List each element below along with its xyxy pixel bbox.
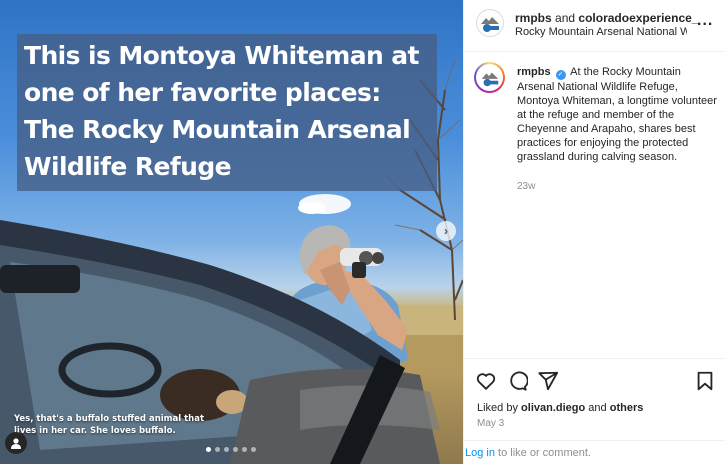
- comment-timestamp[interactable]: 23w: [517, 181, 535, 192]
- post-date[interactable]: May 3: [477, 418, 504, 429]
- instagram-post: This is Montoya Whiteman at one of her f…: [0, 0, 725, 464]
- post-header: rmpbs and coloradoexperience_ Rocky Moun…: [464, 0, 725, 52]
- comment-text: At the Rocky Mountain Arsenal National W…: [517, 66, 717, 163]
- post-caption-comment: rmpbs ✓ At the Rocky Mountain Arsenal Na…: [517, 65, 717, 164]
- post-media[interactable]: This is Montoya Whiteman at one of her f…: [0, 0, 463, 464]
- login-prompt-text: to like or comment.: [498, 447, 591, 459]
- liked-by-and: and: [588, 402, 607, 414]
- carousel-dot: [251, 447, 256, 452]
- tagged-users-button[interactable]: [5, 432, 27, 454]
- liked-by-others[interactable]: others: [610, 402, 644, 414]
- carousel-dot: [215, 447, 220, 452]
- photo-caption: Yes, that's a buffalo stuffed animal tha…: [14, 414, 205, 436]
- carousel-dot: [242, 447, 247, 452]
- carousel-indicator: [206, 447, 256, 452]
- comment-username[interactable]: rmpbs: [517, 66, 551, 78]
- headline-overlay: This is Montoya Whiteman at one of her f…: [17, 34, 437, 191]
- carousel-next-button[interactable]: ›: [436, 221, 456, 241]
- bookmark-icon[interactable]: [694, 370, 716, 392]
- action-bar: [464, 358, 725, 404]
- post-authors: rmpbs and coloradoexperience_: [515, 11, 698, 25]
- verified-badge-icon: ✓: [555, 70, 566, 80]
- author-avatar[interactable]: [476, 9, 504, 37]
- comment-author-avatar[interactable]: [474, 62, 505, 93]
- authors-and-text: and: [555, 11, 576, 25]
- rmpbs-logo-icon: [481, 72, 498, 86]
- more-options-button[interactable]: ...: [697, 12, 713, 30]
- post-sidebar: rmpbs and coloradoexperience_ Rocky Moun…: [463, 0, 725, 464]
- author-username[interactable]: rmpbs: [515, 11, 552, 25]
- post-location[interactable]: Rocky Mountain Arsenal National Wildlife…: [515, 26, 687, 38]
- comment-icon[interactable]: [506, 370, 528, 392]
- liked-by-prefix: Liked by: [477, 402, 518, 414]
- share-icon[interactable]: [537, 370, 559, 392]
- carousel-dot: [233, 447, 238, 452]
- liked-by-user[interactable]: olivan.diego: [521, 402, 585, 414]
- person-icon: [11, 438, 21, 449]
- chevron-right-icon: ›: [444, 224, 448, 238]
- heart-icon[interactable]: [475, 370, 497, 392]
- login-link[interactable]: Log in: [465, 447, 495, 459]
- carousel-dot-active: [206, 447, 211, 452]
- login-prompt: Log in to like or comment.: [464, 440, 725, 464]
- carousel-dot: [224, 447, 229, 452]
- rmpbs-logo-icon: [481, 17, 499, 32]
- story-ring: [476, 64, 503, 91]
- coauthor-username[interactable]: coloradoexperience_: [578, 11, 698, 25]
- likes-summary: Liked by olivan.diego and others: [477, 402, 643, 414]
